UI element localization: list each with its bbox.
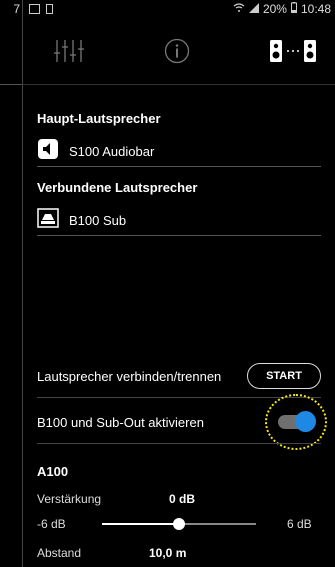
gain-label: Verstärkung — [37, 492, 102, 506]
gain-value: 0 dB — [169, 492, 196, 506]
storage-notification-icon — [46, 4, 53, 14]
divider — [37, 443, 321, 444]
signal-icon — [248, 2, 259, 16]
wifi-icon — [233, 2, 245, 16]
a100-title: A100 — [37, 464, 69, 479]
subout-row: B100 und Sub-Out aktivieren — [37, 394, 327, 450]
previous-screen-sliver: 7 — [0, 0, 23, 567]
slider-thumb[interactable] — [173, 518, 185, 530]
toolbar — [23, 18, 335, 85]
toggle-knob — [295, 411, 316, 432]
image-notification-icon — [29, 4, 40, 14]
distance-value: 10,0 m — [149, 546, 187, 560]
battery-percent: 20% — [262, 2, 287, 16]
main-speaker-row[interactable]: S100 Audiobar — [37, 136, 321, 167]
app-screen: 20% 10:48 Haupt-Lautsprecher S100 Audiob… — [23, 0, 335, 567]
gain-max: 6 dB — [287, 517, 312, 531]
info-icon[interactable] — [164, 38, 190, 64]
subout-toggle[interactable] — [278, 411, 316, 432]
gain-slider[interactable] — [102, 518, 256, 530]
main-speaker-name: S100 Audiobar — [69, 143, 155, 159]
subout-label: B100 und Sub-Out aktivieren — [37, 414, 204, 430]
start-button[interactable]: START — [247, 363, 321, 389]
status-bar: 20% 10:48 — [23, 0, 335, 18]
main-speaker-title: Haupt-Lautsprecher — [37, 111, 161, 126]
connected-speaker-name: B100 Sub — [69, 212, 127, 228]
previous-screen-time: 7 — [13, 2, 20, 16]
gain-min: -6 dB — [37, 517, 66, 531]
battery-icon — [290, 2, 297, 16]
subwoofer-icon — [37, 207, 59, 234]
distance-label: Abstand — [37, 546, 82, 560]
slider-fill — [102, 523, 179, 525]
equalizer-icon[interactable] — [53, 38, 85, 64]
speaker-link-icon[interactable] — [269, 38, 317, 64]
clock: 10:48 — [300, 2, 331, 16]
previous-screen-divider — [0, 84, 22, 85]
connect-speakers-label: Lautsprecher verbinden/trennen — [37, 368, 222, 384]
connect-speakers-row: Lautsprecher verbinden/trennen START — [37, 359, 321, 393]
connected-speaker-row[interactable]: B100 Sub — [37, 205, 321, 236]
soundbar-icon — [37, 138, 59, 165]
subout-toggle-wrapper — [265, 394, 327, 450]
connected-speakers-title: Verbundene Lautsprecher — [37, 180, 198, 195]
